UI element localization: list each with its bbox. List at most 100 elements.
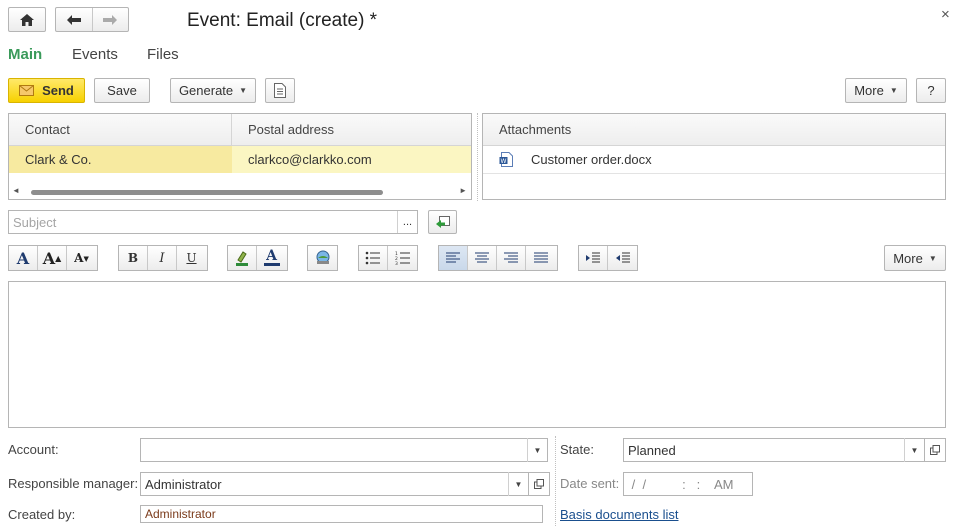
open-form-icon — [930, 445, 940, 455]
column-postal-address[interactable]: Postal address — [232, 114, 471, 145]
numbered-list-icon[interactable]: 123 — [388, 246, 417, 270]
history-nav — [55, 7, 129, 32]
chevron-down-icon: ▼ — [239, 86, 248, 95]
state-field[interactable]: Planned ▼ — [623, 438, 925, 462]
responsible-manager-field[interactable]: Administrator ▼ — [140, 472, 529, 496]
home-button[interactable] — [8, 7, 46, 32]
font-color-icon[interactable]: A — [257, 246, 286, 270]
increase-font-icon[interactable]: A ▲ — [38, 246, 67, 270]
color-group: A — [227, 245, 288, 271]
tab-main[interactable]: Main — [8, 46, 42, 63]
state-open-button[interactable] — [924, 438, 946, 462]
attachment-row[interactable]: W Customer order.docx — [483, 146, 945, 174]
generate-label: Generate — [178, 83, 234, 98]
table-row[interactable]: Clark & Co. clarkco@clarkko.com — [9, 146, 471, 173]
decrease-indent-icon[interactable] — [608, 246, 637, 270]
contact-cell: Clark & Co. — [9, 146, 232, 173]
close-icon[interactable]: × — [941, 6, 950, 23]
highlight-color-icon[interactable] — [228, 246, 257, 270]
select-dots: ... — [402, 216, 413, 228]
italic-icon[interactable]: I — [148, 246, 177, 270]
basis-documents-link[interactable]: Basis documents list — [560, 507, 679, 522]
back-button[interactable] — [56, 8, 93, 31]
horizontal-scrollbar[interactable]: ◄ ► — [9, 186, 471, 197]
align-center-icon[interactable] — [468, 246, 497, 270]
generate-button[interactable]: Generate ▼ — [170, 78, 256, 103]
state-label: State: — [560, 442, 594, 457]
responsible-manager-label: Responsible manager: — [8, 476, 139, 491]
responsible-open-button[interactable] — [528, 472, 550, 496]
attachment-name: Customer order.docx — [531, 152, 652, 167]
align-right-icon[interactable] — [497, 246, 526, 270]
attachments-table: Attachments W Customer order.docx — [482, 113, 946, 200]
insert-image-icon[interactable] — [308, 246, 337, 270]
arrow-right-icon — [103, 14, 118, 25]
decrease-font-icon[interactable]: A ▼ — [67, 246, 96, 270]
scroll-right-icon[interactable]: ► — [459, 186, 467, 195]
panel-splitter[interactable] — [477, 113, 478, 201]
indent-group — [578, 245, 638, 271]
column-address-label: Postal address — [248, 122, 334, 137]
date-sent-value: / / : : AM — [628, 476, 734, 492]
more-label: More — [854, 83, 884, 98]
account-field[interactable]: ▼ — [140, 438, 548, 462]
home-icon — [20, 13, 34, 26]
created-by-label: Created by: — [8, 507, 76, 522]
contact-value: Clark & Co. — [25, 152, 92, 167]
list-group: 123 — [358, 245, 418, 271]
underline-icon[interactable]: U — [177, 246, 206, 270]
arrow-left-icon — [66, 14, 81, 25]
attachments-header-label: Attachments — [499, 122, 572, 137]
send-button[interactable]: Send — [8, 78, 85, 103]
date-sent-field: / / : : AM — [623, 472, 753, 496]
save-button[interactable]: Save — [94, 78, 150, 103]
word-document-icon: W — [499, 152, 513, 167]
tab-files[interactable]: Files — [147, 46, 179, 63]
account-label: Account: — [8, 442, 59, 457]
font-size-group: A A ▲ A ▼ — [8, 245, 98, 271]
open-form-icon — [534, 479, 544, 489]
document-icon — [274, 83, 286, 98]
send-label: Send — [42, 83, 74, 98]
svg-text:3: 3 — [395, 261, 398, 265]
address-cell: clarkco@clarkko.com — [232, 146, 471, 173]
insert-template-icon — [435, 215, 450, 228]
subject-field[interactable]: Subject ... — [8, 210, 418, 234]
created-by-field: Administrator — [140, 505, 543, 523]
chevron-down-icon: ▼ — [889, 86, 898, 95]
state-dropdown-button[interactable]: ▼ — [904, 438, 924, 462]
bulleted-list-icon[interactable] — [359, 246, 388, 270]
help-button[interactable]: ? — [916, 78, 946, 103]
print-button[interactable] — [265, 78, 295, 103]
state-value: Planned — [628, 442, 676, 458]
tab-events[interactable]: Events — [72, 46, 118, 63]
align-justify-icon[interactable] — [526, 246, 555, 270]
account-dropdown-button[interactable]: ▼ — [527, 438, 547, 462]
bold-icon[interactable]: B — [119, 246, 148, 270]
subject-from-template-button[interactable] — [428, 210, 457, 234]
alignment-group — [438, 245, 558, 271]
more-button[interactable]: More ▼ — [845, 78, 907, 103]
format-more-label: More — [893, 250, 923, 266]
window-title: Event: Email (create) * — [187, 10, 378, 31]
chevron-down-icon: ▼ — [928, 253, 937, 263]
responsible-dropdown-button[interactable]: ▼ — [508, 472, 528, 496]
column-contact-label: Contact — [25, 122, 70, 137]
scroll-left-icon[interactable]: ◄ — [12, 186, 20, 195]
forward-button[interactable] — [93, 8, 129, 31]
address-value: clarkco@clarkko.com — [248, 152, 372, 167]
form-column-separator — [555, 436, 556, 526]
align-left-icon[interactable] — [439, 246, 468, 270]
responsible-manager-value: Administrator — [145, 476, 222, 492]
increase-indent-icon[interactable] — [579, 246, 608, 270]
message-body-editor[interactable] — [8, 281, 946, 428]
scrollbar-thumb[interactable] — [31, 190, 383, 195]
font-icon[interactable]: A — [9, 246, 38, 270]
text-style-group: B I U — [118, 245, 208, 271]
date-sent-label: Date sent: — [560, 476, 620, 491]
column-contact[interactable]: Contact — [9, 114, 232, 145]
attachments-header: Attachments — [483, 114, 945, 146]
format-more-button[interactable]: More ▼ — [884, 245, 946, 271]
contacts-table: Contact Postal address Clark & Co. clark… — [8, 113, 472, 200]
subject-select-button[interactable]: ... — [397, 211, 417, 233]
